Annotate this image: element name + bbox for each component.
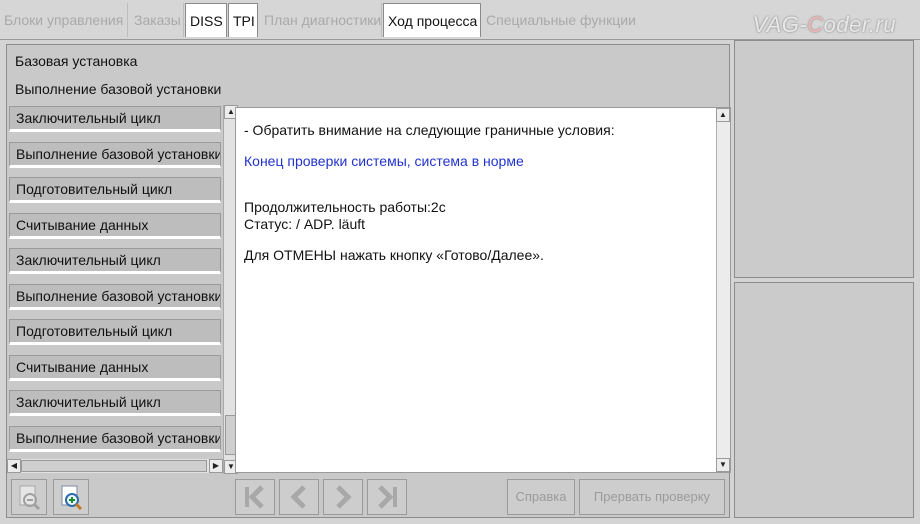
condition-text: - Обратить внимание на следующие граничн… bbox=[244, 122, 615, 138]
first-button[interactable] bbox=[235, 479, 275, 515]
status-text: Статус: / ADP. läuft bbox=[244, 216, 366, 232]
step-list: Заключительный цикл Выполнение базовой у… bbox=[7, 105, 237, 478]
list-item[interactable]: Выполнение базовой установки bbox=[9, 142, 221, 168]
list-item[interactable]: Заключительный цикл bbox=[9, 390, 221, 416]
right-panel-top bbox=[734, 40, 914, 278]
tab-special-functions[interactable]: Специальные функции bbox=[482, 3, 640, 37]
right-panel-bottom bbox=[734, 282, 914, 518]
scroll-up-icon[interactable]: ▲ bbox=[716, 108, 730, 122]
next-icon bbox=[336, 485, 352, 509]
scroll-down-icon[interactable]: ▼ bbox=[716, 458, 730, 472]
list-item[interactable]: Считывание данных bbox=[9, 213, 221, 239]
main-panel: Базовая установка Выполнение базовой уст… bbox=[6, 44, 731, 518]
tab-diss[interactable]: DISS bbox=[185, 3, 227, 37]
list-item[interactable]: Выполнение базовой установки bbox=[9, 284, 221, 310]
watermark-logo: VAG-Coder.ru bbox=[752, 12, 896, 37]
prev-icon bbox=[290, 485, 306, 509]
last-button[interactable] bbox=[367, 479, 407, 515]
first-icon bbox=[245, 485, 264, 509]
page-subtitle: Выполнение базовой установки bbox=[15, 81, 222, 97]
tab-bar: Блоки управления Заказы DISS TPI План ди… bbox=[0, 0, 920, 40]
cancel-instruction-text: Для ОТМЕНЫ нажать кнопку «Готово/Далее». bbox=[244, 247, 544, 263]
hscroll-thumb[interactable] bbox=[21, 460, 207, 472]
scroll-right-icon[interactable]: ▶ bbox=[209, 459, 223, 473]
list-item[interactable]: Подготовительный цикл bbox=[9, 319, 221, 345]
system-status-text: Конец проверки системы, система в норме bbox=[244, 153, 524, 169]
page-title: Базовая установка bbox=[15, 53, 138, 69]
tab-process[interactable]: Ход процесса bbox=[383, 3, 481, 37]
list-item[interactable]: Выполнение базовой установки bbox=[9, 426, 221, 452]
zoom-in-icon bbox=[61, 485, 83, 511]
list-item[interactable]: Заключительный цикл bbox=[9, 248, 221, 274]
tab-orders[interactable]: Заказы bbox=[130, 3, 184, 37]
abort-check-button[interactable]: Прервать проверку bbox=[579, 479, 725, 515]
list-item[interactable]: Заключительный цикл bbox=[9, 106, 221, 132]
list-item[interactable]: Считывание данных bbox=[9, 355, 221, 381]
prev-button[interactable] bbox=[279, 479, 319, 515]
tab-diagnostic-plan[interactable]: План диагностики bbox=[260, 3, 382, 37]
zoom-out-icon bbox=[19, 485, 41, 511]
zoom-in-button[interactable] bbox=[53, 479, 89, 515]
duration-text: Продолжительность работы:2с bbox=[244, 199, 446, 215]
help-button[interactable]: Справка bbox=[507, 479, 575, 515]
last-icon bbox=[378, 485, 397, 509]
list-item[interactable]: Подготовительный цикл bbox=[9, 177, 221, 203]
message-vscrollbar[interactable]: ▲ ▼ bbox=[716, 108, 730, 472]
tab-tpi[interactable]: TPI bbox=[228, 3, 258, 37]
tab-control-units[interactable]: Блоки управления bbox=[0, 3, 128, 37]
next-button[interactable] bbox=[323, 479, 363, 515]
message-area: - Обратить внимание на следующие граничн… bbox=[235, 107, 731, 473]
scroll-left-icon[interactable]: ◀ bbox=[7, 459, 21, 473]
step-list-hscrollbar[interactable]: ◀ ▶ bbox=[7, 459, 223, 473]
zoom-out-button[interactable] bbox=[11, 479, 47, 515]
